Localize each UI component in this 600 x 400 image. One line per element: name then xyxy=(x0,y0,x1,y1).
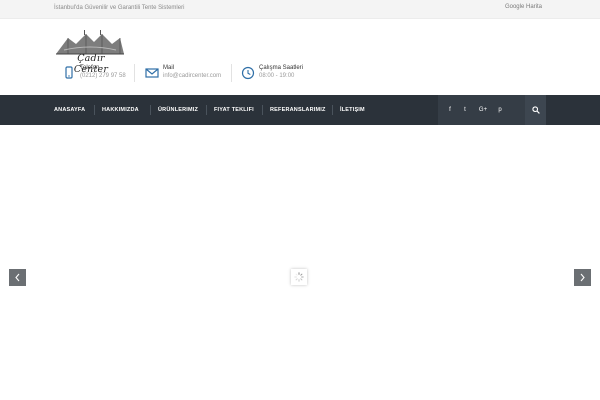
hours-value: 08:00 - 19:00 xyxy=(259,73,295,79)
nav-item-about[interactable]: HAKKIMIZDA xyxy=(102,95,139,125)
pinterest-icon[interactable]: p xyxy=(493,95,507,125)
site-header: Çadır Center Telefon (0212) 279 97 58 Ma… xyxy=(0,19,600,95)
mail-info: Mail info@cadircenter.com xyxy=(145,64,225,84)
nav-divider xyxy=(206,105,207,115)
slider-next-button[interactable] xyxy=(574,269,591,286)
nav-divider xyxy=(332,105,333,115)
nav-item-home[interactable]: ANASAYFA xyxy=(54,95,85,125)
nav-divider xyxy=(94,105,95,115)
chevron-left-icon xyxy=(15,273,20,282)
top-bar: İstanbul'da Güvenilir ve Garantili Tente… xyxy=(0,0,600,19)
nav-divider xyxy=(262,105,263,115)
chevron-right-icon xyxy=(580,273,585,282)
google-plus-icon[interactable]: G+ xyxy=(476,95,490,125)
facebook-icon[interactable]: f xyxy=(443,95,457,125)
site-logo[interactable]: Çadır Center xyxy=(54,30,126,75)
spinner-icon xyxy=(294,272,304,282)
phone-label: Telefon xyxy=(80,65,100,71)
twitter-icon[interactable]: t xyxy=(458,95,472,125)
hours-label: Çalışma Saatleri xyxy=(259,65,304,71)
hours-info: Çalışma Saatleri 08:00 - 19:00 xyxy=(241,64,321,84)
info-divider xyxy=(134,64,135,82)
google-map-link[interactable]: Google Harita xyxy=(505,4,542,10)
main-navigation: ANASAYFA HAKKIMIZDA ÜRÜNLERIMIZ FIYAT TE… xyxy=(0,95,600,125)
site-tagline: İstanbul'da Güvenilir ve Garantili Tente… xyxy=(54,5,185,11)
hero-slider xyxy=(0,125,600,400)
slider-prev-button[interactable] xyxy=(9,269,26,286)
nav-item-references[interactable]: REFERANSLARIMIZ xyxy=(270,95,326,125)
info-divider xyxy=(231,64,232,82)
search-button[interactable] xyxy=(525,95,546,125)
clock-icon xyxy=(241,66,255,80)
nav-item-price-quote[interactable]: FIYAT TEKLIFI xyxy=(214,95,254,125)
phone-value[interactable]: (0212) 279 97 58 xyxy=(80,73,126,79)
nav-item-products[interactable]: ÜRÜNLERIMIZ xyxy=(158,95,198,125)
phone-icon xyxy=(65,66,73,79)
mail-label: Mail xyxy=(163,65,175,71)
search-icon xyxy=(532,106,540,114)
phone-info: Telefon (0212) 279 97 58 xyxy=(62,64,132,84)
nav-item-contact[interactable]: İLETIŞIM xyxy=(340,95,365,125)
loading-spinner xyxy=(291,269,307,285)
mail-icon xyxy=(145,68,159,78)
mail-value[interactable]: info@cadircenter.com xyxy=(163,73,221,79)
nav-divider xyxy=(150,105,151,115)
